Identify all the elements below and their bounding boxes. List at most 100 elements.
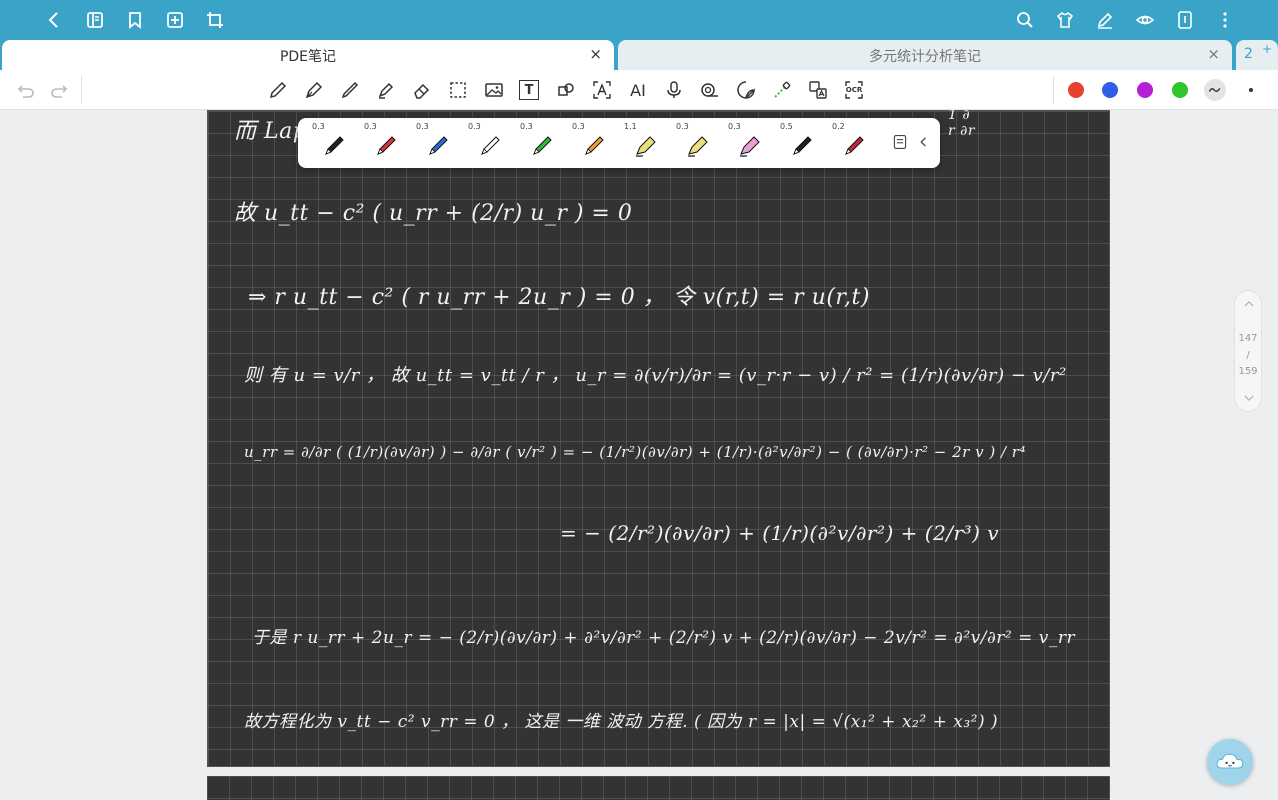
note-line-0-frac-top: 1 ∂ bbox=[948, 107, 971, 123]
total-page-number: 159 bbox=[1238, 366, 1258, 377]
note-line-4: u_rr = ∂/∂r ( (1/r)(∂v/∂r) ) − ∂/∂r ( v/… bbox=[244, 443, 1026, 461]
pen-preset-9[interactable]: 0.3 bbox=[722, 118, 774, 168]
shirt-theme-icon[interactable] bbox=[1054, 9, 1076, 31]
highlighter-icon bbox=[740, 136, 760, 157]
highlighter-icon bbox=[688, 136, 708, 157]
pen-preset-7[interactable]: 1.1 bbox=[618, 118, 670, 168]
tab-label: PDE笔记 bbox=[279, 49, 337, 65]
more-vertical-icon[interactable] bbox=[1214, 9, 1236, 31]
pen-preset-8[interactable]: 0.3 bbox=[670, 118, 722, 168]
pen-preset-5[interactable]: 0.3 bbox=[514, 118, 566, 168]
notebook-icon[interactable] bbox=[84, 9, 106, 31]
pen-size-label: 0.3 bbox=[468, 122, 481, 131]
pen-preset-11[interactable]: 0.2 bbox=[826, 118, 878, 168]
ocr-label: OCR bbox=[845, 86, 863, 94]
note-line-7: 故方程化为 v_tt − c² v_rr = 0 ， 这是 一维 波动 方程. … bbox=[244, 712, 999, 732]
tablet-icon[interactable] bbox=[1174, 9, 1196, 31]
pen-preset-2[interactable]: 0.3 bbox=[358, 118, 410, 168]
next-note-page[interactable] bbox=[207, 776, 1110, 800]
redo-icon[interactable] bbox=[48, 79, 70, 101]
back-icon[interactable] bbox=[43, 9, 65, 31]
pen-preset-4[interactable]: 0.3 bbox=[462, 118, 514, 168]
note-line-5: = − (2/r²)(∂v/∂r) + (1/r)(∂²v/∂r²) + (2/… bbox=[560, 521, 1000, 545]
ai-tool-icon[interactable]: AI bbox=[627, 79, 649, 101]
page-separator: / bbox=[1246, 350, 1250, 361]
lasso-select-icon[interactable] bbox=[447, 79, 469, 101]
drawing-toolbar: T AI OCR bbox=[0, 70, 1278, 110]
note-line-3: 则 有 u = v/r ， 故 u_tt = v_tt / r ， u_r = … bbox=[244, 365, 1067, 386]
laser-pointer-icon[interactable] bbox=[771, 79, 793, 101]
more-options-icon[interactable] bbox=[1249, 88, 1253, 92]
text-tool-icon[interactable]: T bbox=[519, 80, 539, 100]
tab-multivariate-notes[interactable]: 多元统计分析笔记 × bbox=[618, 40, 1232, 70]
shape-icon[interactable] bbox=[555, 79, 577, 101]
color-blue[interactable] bbox=[1102, 82, 1118, 98]
pen-preset-10[interactable]: 0.5 bbox=[774, 118, 826, 168]
tape-icon[interactable] bbox=[699, 79, 721, 101]
pen-size-label: 0.3 bbox=[676, 122, 689, 131]
fountain-pen-icon[interactable] bbox=[303, 79, 325, 101]
pen-mode-icon[interactable] bbox=[1094, 9, 1116, 31]
collapse-chevron-icon[interactable] bbox=[914, 132, 934, 152]
pen-icon bbox=[325, 136, 344, 155]
crop-icon[interactable] bbox=[204, 9, 226, 31]
add-page-icon[interactable] bbox=[164, 9, 186, 31]
microphone-icon[interactable] bbox=[663, 79, 685, 101]
translate-icon[interactable] bbox=[807, 79, 829, 101]
pen-size-label: 0.3 bbox=[312, 122, 325, 131]
assistant-cloud-button[interactable] bbox=[1207, 739, 1253, 785]
color-green[interactable] bbox=[1172, 82, 1188, 98]
text-recognize-icon[interactable] bbox=[591, 79, 613, 101]
note-line-0-frac-bottom: r ∂r bbox=[948, 123, 976, 139]
pen-icon bbox=[429, 136, 448, 155]
page-up-chevron-icon[interactable] bbox=[1242, 297, 1256, 311]
eraser-icon[interactable] bbox=[411, 79, 433, 101]
pen-size-label: 0.3 bbox=[364, 122, 377, 131]
search-icon[interactable] bbox=[1014, 9, 1036, 31]
toolbar-divider bbox=[1053, 76, 1054, 104]
pen-size-label: 0.3 bbox=[572, 122, 585, 131]
preset-settings-icon[interactable] bbox=[890, 132, 910, 152]
pen-size-label: 0.5 bbox=[780, 122, 793, 131]
pen-icon bbox=[585, 136, 604, 155]
tab-close-icon[interactable]: × bbox=[1207, 46, 1220, 62]
tab-pde-notes[interactable]: PDE笔记 × bbox=[2, 40, 614, 70]
pen-size-label: 0.2 bbox=[832, 122, 845, 131]
note-line-1: 故 u_tt − c² ( u_rr + (2/r) u_r ) = 0 bbox=[234, 201, 633, 226]
pen-preset-6[interactable]: 0.3 bbox=[566, 118, 618, 168]
stroke-style-button[interactable] bbox=[1204, 79, 1226, 101]
toolbar-divider bbox=[81, 76, 82, 104]
eye-icon[interactable] bbox=[1134, 9, 1156, 31]
note-line-0: 而 Lap bbox=[234, 119, 308, 144]
sticker-icon[interactable] bbox=[735, 79, 757, 101]
note-line-6: 于是 r u_rr + 2u_r = − (2/r)(∂v/∂r) + ∂²v/… bbox=[252, 628, 1076, 648]
pencil-icon[interactable] bbox=[267, 79, 289, 101]
pen-icon bbox=[845, 136, 864, 155]
tab-close-icon[interactable]: × bbox=[589, 46, 602, 62]
app-window: PDE笔记 × 多元统计分析笔记 × 2 + T AI OCR 而 Lap 1 … bbox=[0, 0, 1278, 800]
tab-count-button[interactable]: 2 + bbox=[1236, 40, 1278, 70]
cloud-mascot-icon bbox=[1216, 753, 1244, 769]
color-purple[interactable] bbox=[1137, 82, 1153, 98]
tab-count: 2 bbox=[1244, 46, 1253, 62]
color-red[interactable] bbox=[1068, 82, 1084, 98]
pen-icon bbox=[377, 136, 396, 155]
pen-icon bbox=[481, 136, 500, 155]
page-down-chevron-icon[interactable] bbox=[1242, 391, 1256, 405]
pen-preset-3[interactable]: 0.3 bbox=[410, 118, 462, 168]
image-icon[interactable] bbox=[483, 79, 505, 101]
undo-icon[interactable] bbox=[15, 79, 37, 101]
bookmark-icon[interactable] bbox=[124, 9, 146, 31]
ocr-icon[interactable]: OCR bbox=[843, 79, 865, 101]
pen-preset-1[interactable]: 0.3 bbox=[306, 118, 358, 168]
highlighter-icon[interactable] bbox=[375, 79, 397, 101]
page-indicator[interactable]: 147 / 159 bbox=[1234, 290, 1262, 412]
pen-icon bbox=[793, 136, 812, 155]
pen-size-label: 0.3 bbox=[520, 122, 533, 131]
ballpoint-pen-icon[interactable] bbox=[339, 79, 361, 101]
pen-preset-popup: 0.3 0.3 0.3 0.3 0.3 0.3 1.1 0.3 0.3 0.5 … bbox=[298, 118, 940, 168]
pen-size-label: 1.1 bbox=[624, 122, 637, 131]
note-page[interactable]: 而 Lap 1 ∂ r ∂r 故 u_tt − c² ( u_rr + (2/r… bbox=[207, 107, 1110, 767]
new-tab-icon[interactable]: + bbox=[1262, 42, 1272, 56]
current-page-number: 147 bbox=[1238, 333, 1258, 344]
